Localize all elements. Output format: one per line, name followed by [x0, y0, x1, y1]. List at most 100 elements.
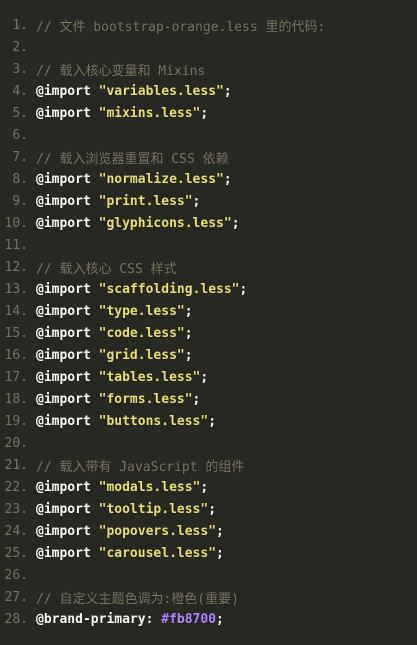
semicolon: ;	[223, 83, 232, 99]
line-content: @import "modals.less";	[36, 480, 417, 495]
code-line[interactable]: 10. @import "glyphicons.less";	[0, 212, 417, 234]
line-number: 20.	[4, 435, 28, 451]
line-number: 6.	[12, 127, 28, 143]
import-path-string: "tooltip.less"	[98, 501, 209, 517]
line-number: 4.	[12, 83, 28, 99]
import-path-string: "glyphicons.less"	[98, 215, 232, 231]
line-content: // 载入核心变量和 Mixins	[36, 60, 417, 79]
semicolon: ;	[239, 281, 248, 297]
code-line[interactable]: 17. @import "tables.less";	[0, 366, 417, 388]
code-comment: // 载入核心 CSS 样式	[36, 261, 177, 277]
line-content: @import "forms.less";	[36, 392, 417, 407]
code-line[interactable]: 19. @import "buttons.less";	[0, 410, 417, 432]
code-line[interactable]: 24. @import "popovers.less";	[0, 520, 417, 542]
line-content: // 载入带有 JavaScript 的组件	[36, 456, 417, 475]
import-path-string: "type.less"	[98, 303, 185, 319]
code-line[interactable]: 1. // 文件 bootstrap-orange.less 里的代码:	[0, 14, 417, 36]
line-content: // 文件 bootstrap-orange.less 里的代码:	[36, 16, 417, 35]
semicolon: ;	[184, 303, 193, 319]
line-number: 1.	[12, 17, 28, 33]
import-keyword: @import	[36, 193, 91, 209]
import-keyword: @import	[36, 83, 91, 99]
code-line[interactable]: 15. @import "code.less";	[0, 322, 417, 344]
line-content: @import "carousel.less";	[36, 546, 417, 561]
semicolon: ;	[208, 501, 217, 517]
line-content: // 载入核心 CSS 样式	[36, 258, 417, 277]
line-number: 27.	[4, 589, 28, 605]
code-line[interactable]: 16. @import "grid.less";	[0, 344, 417, 366]
code-line[interactable]: 22. @import "modals.less";	[0, 476, 417, 498]
code-editor[interactable]: 1. // 文件 bootstrap-orange.less 里的代码: 2. 3. /…	[0, 0, 417, 645]
code-line[interactable]: 5. @import "mixins.less";	[0, 102, 417, 124]
semicolon: ;	[223, 171, 232, 187]
import-path-string: "buttons.less"	[98, 413, 209, 429]
line-content: @import "mixins.less";	[36, 106, 417, 121]
code-line[interactable]: 6.	[0, 124, 417, 146]
import-keyword: @import	[36, 303, 91, 319]
line-number: 24.	[4, 523, 28, 539]
line-number: 12.	[4, 259, 28, 275]
semicolon: ;	[200, 369, 209, 385]
import-keyword: @import	[36, 413, 91, 429]
semicolon: ;	[216, 611, 224, 627]
import-keyword: @import	[36, 545, 91, 561]
code-line[interactable]: 11.	[0, 234, 417, 256]
semicolon: ;	[231, 215, 240, 231]
line-content: @import "tooltip.less";	[36, 502, 417, 517]
import-keyword: @import	[36, 479, 91, 495]
code-line[interactable]: 12. // 载入核心 CSS 样式	[0, 256, 417, 278]
code-comment: // 文件 bootstrap-orange.less 里的代码:	[36, 19, 326, 35]
line-number: 16.	[4, 347, 28, 363]
code-line[interactable]: 26.	[0, 564, 417, 586]
code-comment: // 载入浏览器重置和 CSS 依赖	[36, 151, 229, 167]
import-keyword: @import	[36, 391, 91, 407]
import-path-string: "scaffolding.less"	[98, 281, 240, 297]
line-number: 3.	[12, 61, 28, 77]
line-content: // 自定义主题色调为:橙色(重要)	[36, 588, 417, 607]
line-content: @import "code.less";	[36, 326, 417, 341]
code-line[interactable]: 13. @import "scaffolding.less";	[0, 278, 417, 300]
semicolon: ;	[184, 347, 193, 363]
line-content: @import "grid.less";	[36, 348, 417, 363]
line-number: 26.	[4, 567, 28, 583]
line-number: 7.	[12, 149, 28, 165]
semicolon: ;	[208, 413, 217, 429]
line-content: @import "scaffolding.less";	[36, 282, 417, 297]
colon-separator: :	[145, 611, 162, 627]
import-path-string: "print.less"	[98, 193, 193, 209]
import-path-string: "code.less"	[98, 325, 185, 341]
code-line[interactable]: 9. @import "print.less";	[0, 190, 417, 212]
code-line[interactable]: 27. // 自定义主题色调为:橙色(重要)	[0, 586, 417, 608]
line-content: @import "tables.less";	[36, 370, 417, 385]
line-content: @import "variables.less";	[36, 84, 417, 99]
line-number: 18.	[4, 391, 28, 407]
code-line[interactable]: 7. // 载入浏览器重置和 CSS 依赖	[0, 146, 417, 168]
code-line[interactable]: 28. @brand-primary: #fb8700;	[0, 608, 417, 630]
line-number: 5.	[12, 105, 28, 121]
line-number: 14.	[4, 303, 28, 319]
line-number: 15.	[4, 325, 28, 341]
code-line[interactable]: 8. @import "normalize.less";	[0, 168, 417, 190]
variable-name: @brand-primary	[36, 611, 146, 627]
import-keyword: @import	[36, 369, 91, 385]
import-path-string: "tables.less"	[98, 369, 201, 385]
code-line[interactable]: 14. @import "type.less";	[0, 300, 417, 322]
line-content: // 载入浏览器重置和 CSS 依赖	[36, 148, 417, 167]
code-line[interactable]: 3. // 载入核心变量和 Mixins	[0, 58, 417, 80]
import-keyword: @import	[36, 325, 91, 341]
code-line[interactable]: 23. @import "tooltip.less";	[0, 498, 417, 520]
code-line[interactable]: 18. @import "forms.less";	[0, 388, 417, 410]
line-number: 21.	[4, 457, 28, 473]
code-line[interactable]: 2.	[0, 36, 417, 58]
code-line[interactable]: 21. // 载入带有 JavaScript 的组件	[0, 454, 417, 476]
import-path-string: "carousel.less"	[98, 545, 217, 561]
code-line[interactable]: 4. @import "variables.less";	[0, 80, 417, 102]
semicolon: ;	[184, 325, 193, 341]
line-number: 28.	[4, 611, 28, 627]
line-content: @import "glyphicons.less";	[36, 216, 417, 231]
line-content: @import "buttons.less";	[36, 414, 417, 429]
code-line[interactable]: 20.	[0, 432, 417, 454]
import-path-string: "modals.less"	[98, 479, 201, 495]
semicolon: ;	[192, 193, 201, 209]
code-line[interactable]: 25. @import "carousel.less";	[0, 542, 417, 564]
